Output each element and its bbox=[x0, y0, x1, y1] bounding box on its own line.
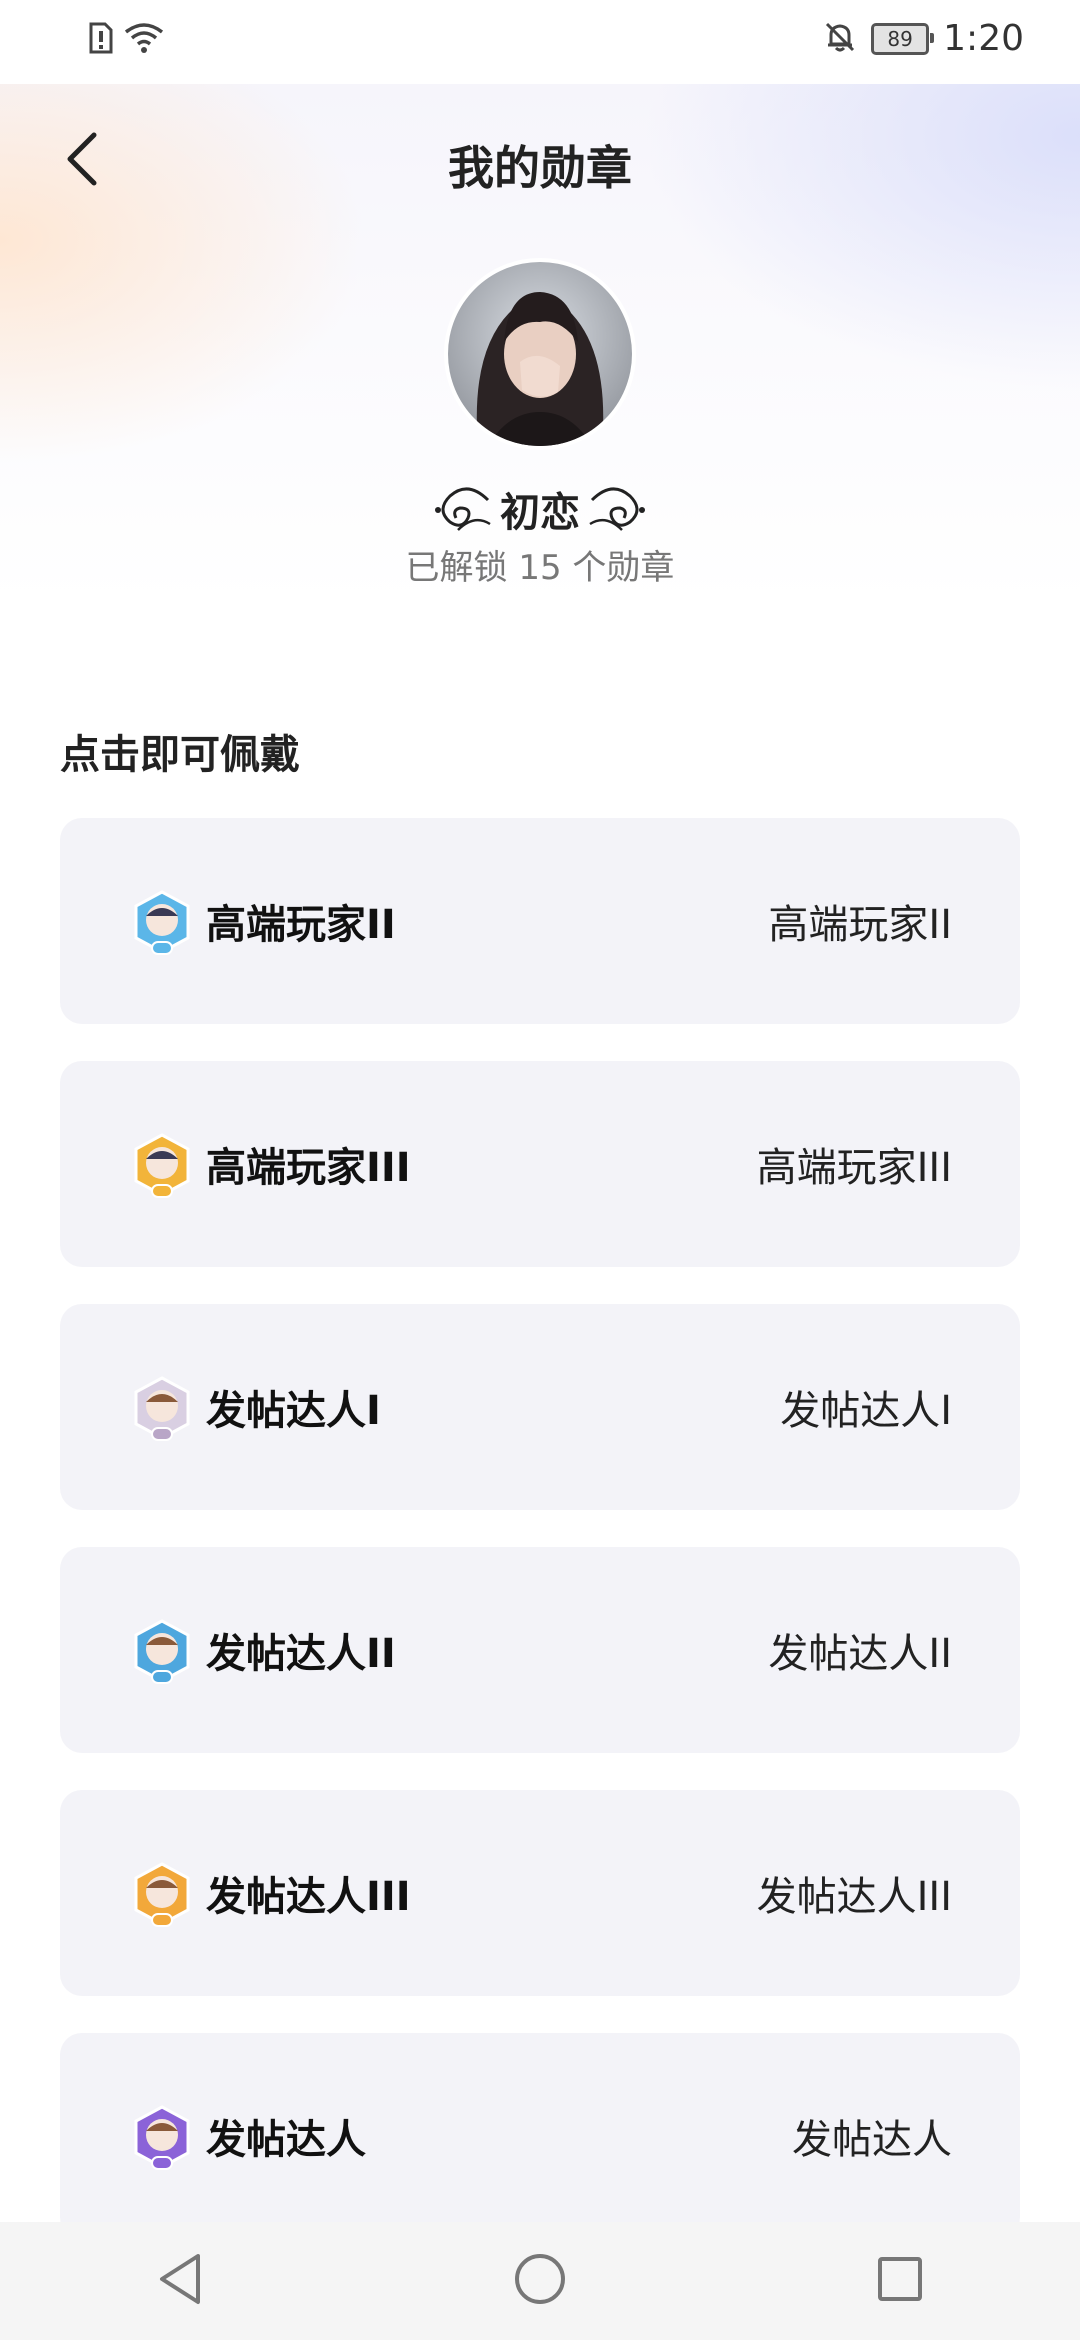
badge-name: 发帖达人 bbox=[206, 2117, 366, 2163]
badge-list: 高端玩家II 高端玩家II 高端玩家III 高端玩家III 发帖达人I 发帖达人… bbox=[60, 818, 1020, 2276]
badge-card[interactable]: 发帖达人II 发帖达人II bbox=[60, 1547, 1020, 1753]
battery-icon: 89 bbox=[871, 22, 935, 55]
nav-recents-icon bbox=[876, 2255, 924, 2307]
username-row: 初恋 bbox=[0, 480, 1080, 538]
badge-right-label: 高端玩家III bbox=[756, 1145, 952, 1191]
badge-icon bbox=[130, 1133, 194, 1201]
silent-bell-icon bbox=[823, 20, 857, 58]
nav-back-button[interactable] bbox=[140, 2241, 220, 2321]
avatar[interactable] bbox=[444, 258, 636, 450]
nav-back-icon bbox=[156, 2252, 204, 2310]
section-title: 点击即可佩戴 bbox=[60, 732, 300, 778]
system-nav-bar bbox=[0, 2222, 1080, 2340]
badge-card[interactable]: 发帖达人 发帖达人 bbox=[60, 2033, 1020, 2239]
badge-name: 发帖达人I bbox=[206, 1388, 381, 1434]
badge-icon bbox=[130, 1862, 194, 1930]
badge-right-label: 发帖达人 bbox=[792, 2117, 952, 2163]
nav-home-icon bbox=[513, 2252, 567, 2310]
badge-right-label: 发帖达人II bbox=[768, 1631, 952, 1677]
badge-name: 高端玩家III bbox=[206, 1145, 411, 1191]
badge-name: 发帖达人II bbox=[206, 1631, 396, 1677]
badge-icon bbox=[130, 890, 194, 958]
status-bar: 89 1:20 bbox=[0, 0, 1080, 84]
username: 初恋 bbox=[500, 490, 580, 536]
wifi-icon bbox=[124, 22, 164, 58]
clock: 1:20 bbox=[943, 18, 1024, 59]
badge-icon bbox=[130, 1619, 194, 1687]
badge-right-label: 高端玩家II bbox=[768, 902, 952, 948]
badge-card[interactable]: 发帖达人I 发帖达人I bbox=[60, 1304, 1020, 1510]
page-title: 我的勋章 bbox=[448, 141, 632, 195]
badge-name: 发帖达人III bbox=[206, 1874, 411, 1920]
badge-card[interactable]: 高端玩家III 高端玩家III bbox=[60, 1061, 1020, 1267]
badge-name: 高端玩家II bbox=[206, 902, 396, 948]
badge-right-label: 发帖达人I bbox=[780, 1388, 952, 1434]
unlocked-count: 已解锁 15 个勋章 bbox=[405, 548, 675, 588]
badge-icon bbox=[130, 1376, 194, 1444]
badge-card[interactable]: 高端玩家II 高端玩家II bbox=[60, 818, 1020, 1024]
badge-right-label: 发帖达人III bbox=[756, 1874, 952, 1920]
sim-alert-icon bbox=[88, 22, 114, 58]
badge-icon bbox=[130, 2105, 194, 2173]
ornament-left-icon bbox=[428, 480, 494, 538]
nav-home-button[interactable] bbox=[500, 2241, 580, 2321]
badge-card[interactable]: 发帖达人III 发帖达人III bbox=[60, 1790, 1020, 1996]
nav-recents-button[interactable] bbox=[860, 2241, 940, 2321]
ornament-right-icon bbox=[586, 480, 652, 538]
